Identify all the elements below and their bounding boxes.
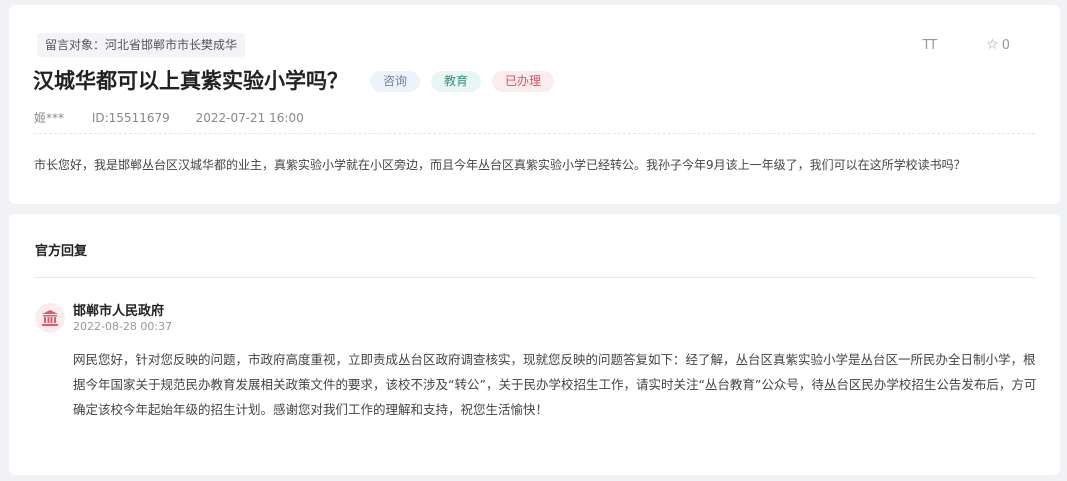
tag-list: 咨询 教育 已办理 bbox=[370, 70, 565, 92]
government-building-icon bbox=[35, 303, 65, 333]
question-meta: 姬*** ID:15511679 2022-07-21 16:00 bbox=[34, 109, 326, 126]
question-id: ID:15511679 bbox=[91, 111, 170, 125]
message-target-label: 留言对象：河北省邯郸市市长樊成华 bbox=[37, 33, 246, 57]
divider bbox=[34, 277, 1035, 278]
tag-education: 教育 bbox=[431, 70, 482, 92]
divider bbox=[34, 133, 1035, 134]
reply-heading: 官方回复 bbox=[35, 244, 88, 259]
question-title: 汉城华都可以上真紫实验小学吗？ bbox=[33, 69, 348, 93]
reply-card: 官方回复 邯郸市人民政府 2022-08-28 00:37 网民您好，针对您反映… bbox=[9, 214, 1060, 475]
author-name: 姬*** bbox=[34, 111, 65, 125]
star-icon: ☆ bbox=[986, 37, 999, 53]
tag-status-handled: 已办理 bbox=[492, 70, 555, 92]
font-size-icon[interactable]: TT bbox=[923, 38, 938, 53]
favorite-count: 0 bbox=[1001, 37, 1010, 53]
favorite-button[interactable]: ☆ 0 bbox=[986, 37, 1010, 53]
government-building-svg bbox=[42, 310, 58, 326]
toolbar: TT ☆ 0 bbox=[923, 37, 1011, 53]
reply-date: 2022-08-28 00:37 bbox=[73, 320, 173, 333]
reply-content: 网民您好，针对您反映的问题，市政府高度重视，立即责成丛台区政府调查核实，现就您反… bbox=[73, 352, 1037, 417]
tag-consult: 咨询 bbox=[370, 70, 421, 92]
title-row: 汉城华都可以上真紫实验小学吗？ 咨询 教育 已办理 bbox=[33, 65, 565, 97]
question-card: 留言对象：河北省邯郸市市长樊成华 TT ☆ 0 汉城华都可以上真紫实验小学吗？ … bbox=[9, 5, 1060, 204]
question-datetime: 2022-07-21 16:00 bbox=[195, 111, 304, 125]
reply-org-name: 邯郸市人民政府 bbox=[73, 304, 165, 319]
question-content: 市长您好，我是邯郸丛台区汉城华都的业主，真紫实验小学就在小区旁边，而且今年丛台区… bbox=[34, 158, 966, 172]
